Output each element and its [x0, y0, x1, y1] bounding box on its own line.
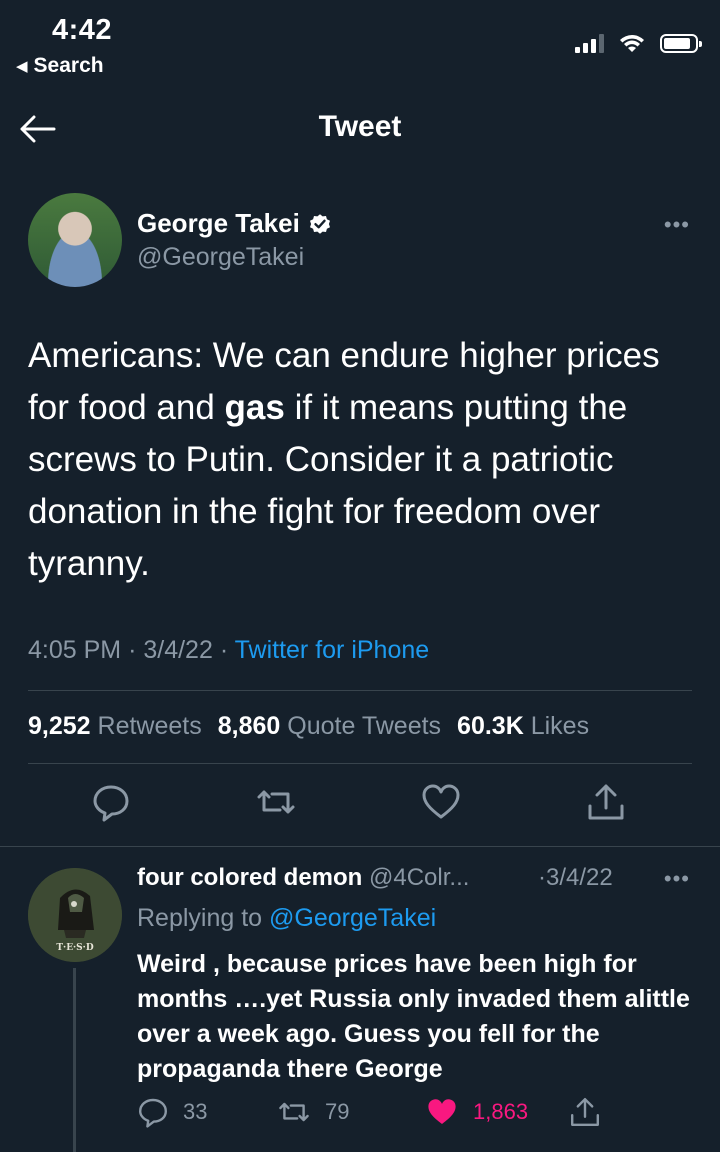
thread-connector-line: [73, 968, 76, 1152]
reply-date: ·3/4/22: [538, 864, 613, 891]
reply-retweet-count: 79: [325, 1099, 350, 1124]
reply-like-button[interactable]: 1,863: [425, 1096, 528, 1128]
back-triangle-icon: ◀: [16, 58, 28, 75]
cellular-signal-icon: [575, 33, 604, 53]
tweet-date: 3/4/22: [143, 636, 213, 664]
retweet-icon[interactable]: [256, 782, 296, 822]
tweet-meta: 4:05 PM · 3/4/22 · Twitter for iPhone: [28, 636, 429, 665]
status-bar-time: 4:42: [52, 14, 113, 46]
meta-separator: ·: [219, 636, 229, 664]
meta-separator: ·: [128, 636, 137, 664]
reply-text: Weird , because prices have been high fo…: [137, 950, 690, 1083]
heart-filled-icon: [428, 1099, 456, 1124]
reply-author-avatar[interactable]: T·E·S·D: [28, 868, 122, 962]
reply-reply-button[interactable]: 33: [137, 1096, 207, 1128]
reply-more-options-icon[interactable]: •••: [664, 866, 690, 892]
quote-tweets-stat[interactable]: 8,860 Quote Tweets: [218, 712, 441, 741]
reply-action-bar: 33 79 1,863: [137, 1096, 617, 1136]
likes-count: 60.3K: [457, 712, 524, 740]
divider: [28, 763, 692, 764]
verified-badge-icon: [309, 213, 330, 234]
quote-tweets-label: Quote Tweets: [287, 712, 442, 740]
reply-avatar-image: T·E·S·D: [28, 868, 122, 962]
divider: [0, 846, 720, 847]
back-to-search-link[interactable]: ◀ Search: [16, 54, 104, 78]
reply-avatar-text: T·E·S·D: [56, 943, 93, 953]
reply-reply-count: 33: [183, 1099, 208, 1124]
page-title: Tweet: [318, 110, 402, 143]
retweets-count: 9,252: [28, 712, 91, 740]
replying-to-prefix: Replying to: [137, 904, 263, 932]
quote-tweets-count: 8,860: [217, 712, 281, 740]
reply-like-count: 1,863: [473, 1099, 529, 1124]
author-avatar[interactable]: [28, 193, 122, 287]
retweets-stat[interactable]: 9,252 Retweets: [28, 712, 202, 741]
like-icon[interactable]: [421, 782, 461, 822]
tweet-stats: 9,252 Retweets 8,860 Quote Tweets 60.3K …: [28, 712, 589, 741]
wifi-icon: [620, 35, 644, 52]
reply-share-button[interactable]: [569, 1096, 601, 1128]
likes-stat[interactable]: 60.3K Likes: [457, 712, 589, 741]
more-options-icon[interactable]: •••: [664, 212, 690, 238]
reply-author[interactable]: four colored demon @4Colr...: [137, 864, 469, 892]
author-name: George Takei: [137, 208, 300, 238]
back-app-label: Search: [33, 54, 104, 77]
divider: [28, 690, 692, 691]
replying-to: Replying to @GeorgeTakei: [137, 904, 436, 933]
author-name-link[interactable]: George Takei: [137, 208, 332, 239]
likes-label: Likes: [530, 712, 590, 740]
status-icons: [575, 32, 702, 54]
reply-author-handle: @4Colr...: [369, 864, 470, 891]
retweet-icon: [279, 1102, 309, 1122]
tweet-text-bold: gas: [224, 388, 285, 427]
reply-author-name: four colored demon: [137, 864, 363, 891]
retweets-label: Retweets: [97, 712, 202, 740]
reply-icon: [139, 1098, 167, 1128]
author-handle[interactable]: @GeorgeTakei: [137, 243, 304, 272]
tweet-action-bar: [0, 772, 720, 834]
tweet-time: 4:05 PM: [28, 636, 122, 664]
tweet-text: Americans: We can endure higher prices f…: [28, 330, 698, 590]
share-icon[interactable]: [586, 782, 626, 822]
battery-icon: [660, 33, 702, 53]
replying-to-mention[interactable]: @GeorgeTakei: [269, 904, 436, 932]
reply-icon[interactable]: [91, 782, 131, 822]
tweet-source-link[interactable]: Twitter for iPhone: [235, 636, 430, 664]
reply-retweet-button[interactable]: 79: [277, 1096, 349, 1128]
share-icon: [571, 1098, 599, 1126]
